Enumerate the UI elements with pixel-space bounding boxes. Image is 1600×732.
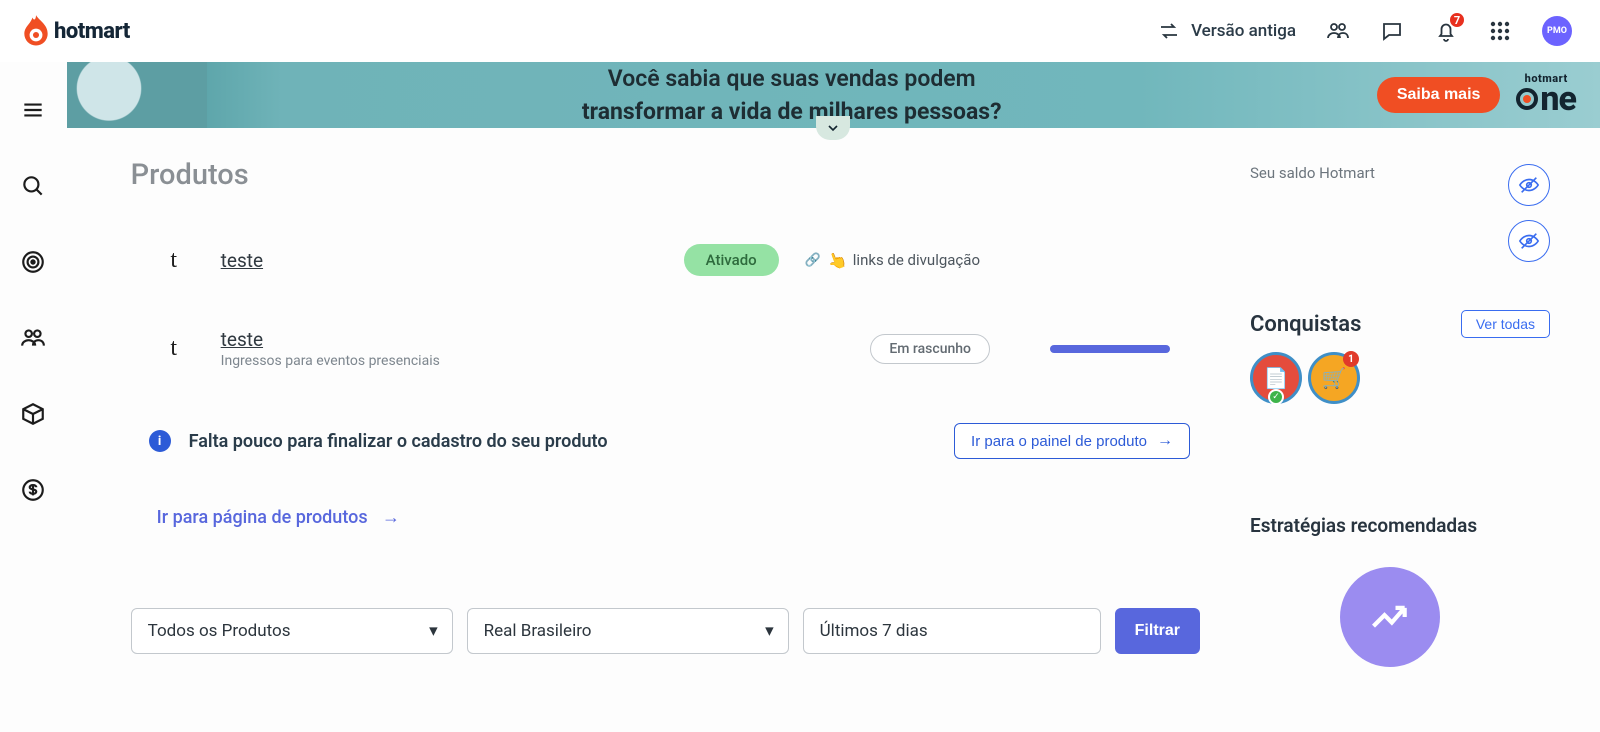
cart-icon: 🛒 [1322,366,1347,390]
people-icon[interactable] [19,324,47,352]
product-letter: t [161,247,187,274]
legacy-version-link[interactable]: Versão antiga [1157,19,1296,43]
menu-toggle-icon[interactable] [19,96,47,124]
products-page-link-row: Ir para página de produtos → [131,477,1200,528]
product-row: t teste Ingressos para eventos presencia… [131,314,1200,383]
brand-logo[interactable]: hotmart [22,14,130,48]
products-page-link[interactable]: Ir para página de produtos → [157,507,400,528]
period-filter-select[interactable]: Últimos 7 dias [803,608,1101,654]
notification-badge: 7 [1448,11,1466,29]
target-icon[interactable] [19,248,47,276]
achievements-header: Conquistas Ver todas [1250,310,1550,338]
product-row: t teste Ativado 🔗 👆 links de divulgação [131,230,1200,290]
document-icon: 📄 [1264,366,1289,390]
check-icon: ✓ [1268,389,1284,405]
link-icon: 🔗 [805,253,821,268]
toggle-secondary-visibility-button[interactable] [1508,220,1550,262]
hotmart-one-logo: hotmart ne [1516,72,1576,119]
left-sidebar [0,62,67,732]
share-links-label: links de divulgação [853,251,980,269]
info-icon: i [149,430,171,452]
caret-down-icon: ▾ [429,621,438,641]
community-icon[interactable] [1326,19,1350,43]
filter-bar: Todos os Produtos▾ Real Brasileiro▾ Últi… [131,528,1200,654]
box-icon[interactable] [19,400,47,428]
legacy-version-label: Versão antiga [1191,21,1296,41]
banner-line-2: transformar a vida de milhares pessoas? [207,95,1377,128]
status-badge-active: Ativado [684,244,779,276]
growth-chart-icon[interactable] [1340,567,1440,667]
caret-down-icon: ▾ [765,621,774,641]
product-name-link[interactable]: teste [221,328,440,351]
arrow-right-icon: → [1157,432,1173,450]
banner-line-1: Você sabia que suas vendas podem [207,62,1377,95]
promo-banner: Você sabia que suas vendas podem transfo… [67,62,1600,128]
alert-message: Falta pouco para finalizar o cadastro do… [189,431,954,452]
achievement-badges: 📄 ✓ 🛒 1 [1250,352,1550,404]
product-subtitle: Ingressos para eventos presenciais [221,353,440,369]
banner-cta-button[interactable]: Saiba mais [1377,77,1501,113]
banner-text: Você sabia que suas vendas podem transfo… [207,62,1377,129]
go-to-product-panel-button[interactable]: Ir para o painel de produto → [954,423,1190,459]
finish-registration-alert: i Falta pouco para finalizar o cadastro … [131,405,1200,477]
page-title: Produtos [131,158,1200,192]
view-all-achievements-button[interactable]: Ver todas [1461,310,1550,338]
achievements-title: Conquistas [1250,312,1361,337]
main-column: Produtos t teste Ativado 🔗 👆 links de di… [131,158,1200,732]
apps-grid-icon[interactable] [1488,19,1512,43]
balance-label: Seu saldo Hotmart [1250,164,1550,182]
strategies-title: Estratégias recomendadas [1250,514,1550,537]
achievement-badge[interactable]: 🛒 1 [1308,352,1360,404]
toggle-balance-visibility-button[interactable] [1508,164,1550,206]
share-links[interactable]: 🔗 👆 links de divulgação [805,251,980,270]
swap-icon [1157,19,1181,43]
search-icon[interactable] [19,172,47,200]
progress-bar [1050,345,1170,353]
achievement-badge[interactable]: 📄 ✓ [1250,352,1302,404]
chat-icon[interactable] [1380,19,1404,43]
product-letter: t [161,335,187,362]
notifications-icon[interactable]: 7 [1434,19,1458,43]
banner-image [67,62,207,128]
status-badge-draft: Em rascunho [870,334,990,364]
flame-icon [22,14,50,48]
product-name-link[interactable]: teste [221,249,263,272]
product-filter-select[interactable]: Todos os Produtos▾ [131,608,453,654]
user-avatar[interactable]: PMO [1542,16,1572,46]
brand-name: hotmart [54,19,130,44]
header-actions: Versão antiga 7 PMO [1157,16,1572,46]
top-header: hotmart Versão antiga 7 PMO [0,0,1600,62]
money-icon[interactable] [19,476,47,504]
badge-count: 1 [1343,351,1359,367]
arrow-right-icon: → [378,507,400,528]
filter-button[interactable]: Filtrar [1115,608,1200,654]
side-column: Seu saldo Hotmart Conquistas Ver todas 📄… [1250,158,1550,732]
pointer-icon: 👆 [824,248,849,273]
currency-filter-select[interactable]: Real Brasileiro▾ [467,608,789,654]
